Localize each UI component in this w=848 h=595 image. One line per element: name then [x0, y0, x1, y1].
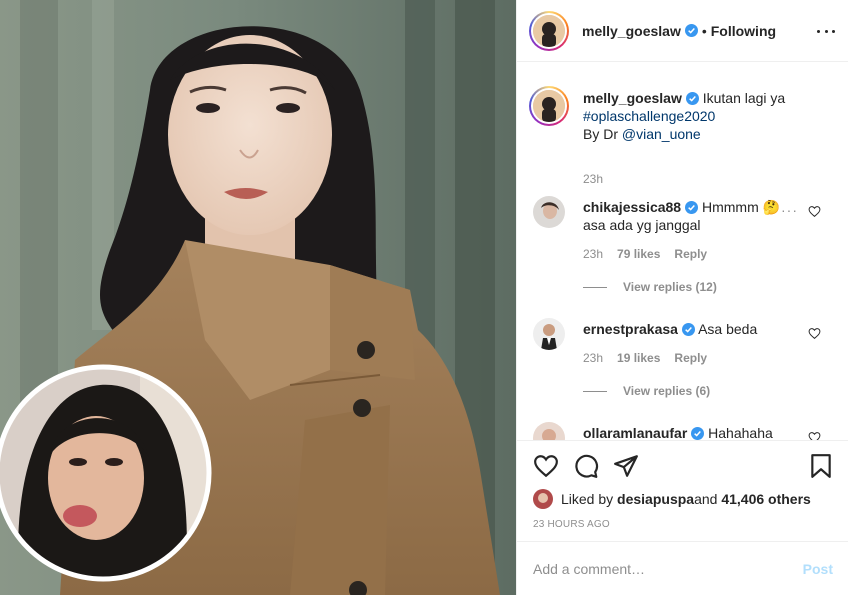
- add-comment-bar: Post: [517, 541, 848, 595]
- comment-likes[interactable]: 79 likes: [617, 247, 660, 261]
- caption-username[interactable]: melly_goeslaw: [583, 90, 682, 106]
- verified-icon: [684, 24, 698, 37]
- comment-body: Asa beda: [698, 321, 758, 337]
- caption-hashtag[interactable]: #oplaschallenge2020: [583, 108, 715, 124]
- post-photo[interactable]: [0, 0, 516, 595]
- heart-icon[interactable]: [808, 431, 821, 440]
- post-timestamp[interactable]: 23 HOURS AGO: [533, 519, 610, 530]
- comment-username[interactable]: chikajessica88: [583, 199, 681, 215]
- comment-time[interactable]: 23h: [583, 351, 603, 365]
- liker-avatar[interactable]: [533, 489, 553, 509]
- comment-username[interactable]: ollaramlanaufar: [583, 425, 687, 440]
- heart-icon[interactable]: [533, 453, 559, 479]
- caption-line3-prefix: By Dr: [583, 126, 622, 142]
- comment-text: ollaramlanaufar Hahahaha🔥: [583, 424, 783, 440]
- post-header: melly_goeslaw • Following: [517, 0, 848, 62]
- verified-icon: [691, 427, 705, 440]
- reply-button[interactable]: Reply: [674, 247, 707, 261]
- liked-by: Liked by desiapuspa and 41,406 others: [533, 489, 811, 509]
- post-side-panel: melly_goeslaw • Following melly_goeslaw …: [516, 0, 848, 595]
- comment-body: Hmmmm 🤔: [701, 199, 781, 215]
- comment-text: ernestprakasa Asa beda: [583, 320, 783, 338]
- liked-by-prefix: Liked by: [561, 491, 614, 507]
- view-replies-button[interactable]: View replies (6): [583, 384, 710, 398]
- likes-count[interactable]: 41,406 others: [721, 491, 811, 507]
- comment-avatar[interactable]: [533, 196, 565, 228]
- caption-text: melly_goeslaw Ikutan lagi ya #oplaschall…: [583, 89, 823, 143]
- caption-avatar-image: [533, 90, 565, 122]
- liker-username[interactable]: desiapuspa: [617, 491, 694, 507]
- comment-meta: 23h 19 likes Reply: [583, 351, 707, 365]
- view-replies-button[interactable]: View replies (12): [583, 280, 717, 294]
- comment-body-line2: asa ada yg janggal: [583, 217, 701, 233]
- reply-button[interactable]: Reply: [674, 351, 707, 365]
- following-button[interactable]: Following: [711, 23, 776, 39]
- author-username[interactable]: melly_goeslaw: [582, 23, 681, 39]
- heart-icon[interactable]: [808, 327, 821, 340]
- post-comment-button[interactable]: Post: [803, 561, 833, 577]
- caption-avatar[interactable]: [529, 86, 569, 126]
- comment-meta: 23h 79 likes Reply: [583, 247, 707, 261]
- comment-icon[interactable]: [573, 453, 599, 479]
- post-photo-illustration: [0, 0, 516, 595]
- comment-text: chikajessica88 Hmmmm 🤔 asa ada yg jangga…: [583, 198, 783, 234]
- heart-icon[interactable]: [808, 205, 821, 218]
- comment-username[interactable]: ernestprakasa: [583, 321, 678, 337]
- comment-likes[interactable]: 19 likes: [617, 351, 660, 365]
- caption-line1: Ikutan lagi ya: [702, 90, 786, 106]
- caption-timestamp[interactable]: 23h: [583, 172, 603, 186]
- author-avatar-image: [533, 14, 565, 47]
- header-separator: •: [701, 22, 707, 39]
- more-options-button[interactable]: [817, 22, 835, 40]
- caption-mention[interactable]: @vian_uone: [622, 126, 701, 142]
- comment-time[interactable]: 23h: [583, 247, 603, 261]
- instagram-post-modal: melly_goeslaw • Following melly_goeslaw …: [0, 0, 848, 595]
- comment-avatar[interactable]: [533, 422, 565, 440]
- comment-avatar[interactable]: [533, 318, 565, 350]
- author-avatar[interactable]: [529, 10, 569, 51]
- liked-by-middle: and: [694, 491, 718, 507]
- verified-icon: [685, 92, 699, 105]
- bookmark-icon[interactable]: [808, 453, 834, 479]
- verified-icon: [681, 323, 695, 336]
- comment-input[interactable]: [533, 560, 803, 577]
- share-icon[interactable]: [613, 453, 639, 479]
- comment-options-button[interactable]: ···: [781, 202, 798, 218]
- more-icon: [817, 29, 820, 33]
- verified-icon: [685, 201, 699, 214]
- comments-list[interactable]: melly_goeslaw Ikutan lagi ya #oplaschall…: [517, 62, 848, 440]
